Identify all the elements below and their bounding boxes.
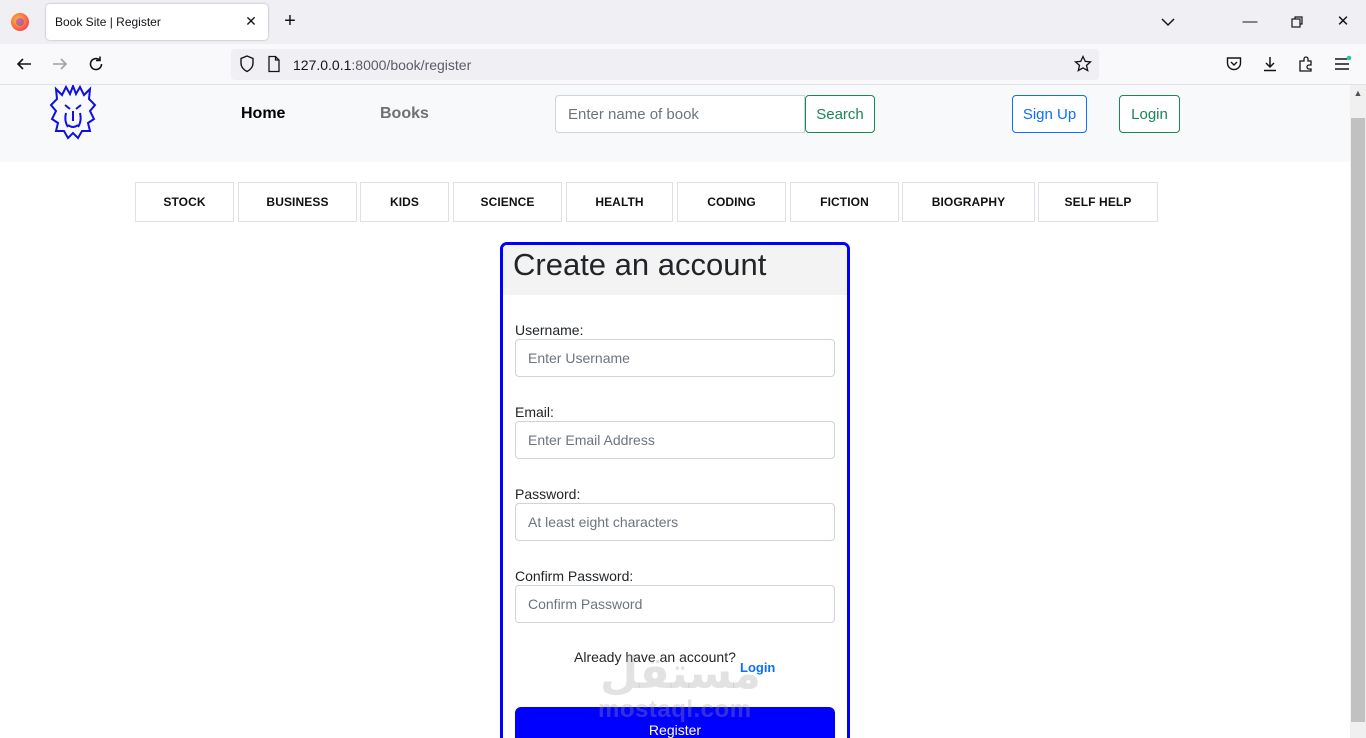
scroll-up-icon[interactable]: ▲ [1350, 85, 1366, 101]
lion-logo-icon[interactable] [48, 83, 98, 141]
extensions-icon[interactable] [1296, 54, 1316, 74]
login-link[interactable]: Login [740, 660, 775, 675]
download-icon[interactable] [1260, 54, 1280, 74]
confirm-password-field[interactable] [515, 585, 835, 623]
confirm-password-label: Confirm Password: [515, 568, 634, 584]
browser-nav-bar: 127.0.0.1:8000/book/register [0, 44, 1366, 85]
login-button[interactable]: Login [1119, 95, 1180, 133]
nav-books-link[interactable]: Books [380, 105, 429, 123]
sign-up-button[interactable]: Sign Up [1012, 95, 1087, 133]
category-kids[interactable]: KIDS [360, 182, 449, 222]
minimize-icon[interactable]: — [1240, 12, 1260, 32]
restore-icon[interactable] [1287, 12, 1307, 32]
search-input[interactable] [555, 95, 805, 133]
url-path: :8000/book/register [351, 57, 472, 73]
shield-icon[interactable] [237, 54, 257, 74]
password-field[interactable] [515, 503, 835, 541]
register-button[interactable]: Register [515, 707, 835, 738]
category-fiction[interactable]: FICTION [790, 182, 899, 222]
new-tab-icon[interactable]: + [280, 11, 300, 31]
firefox-logo-icon [11, 13, 29, 31]
category-science[interactable]: SCIENCE [453, 182, 562, 222]
search-button[interactable]: Search [805, 95, 875, 133]
email-label: Email: [515, 404, 554, 420]
forward-arrow-icon[interactable] [50, 54, 70, 74]
page-title: Create an account [513, 247, 767, 282]
nav-home-link[interactable]: Home [241, 105, 285, 123]
already-have-account-text: Already have an account? [574, 649, 736, 665]
email-field[interactable] [515, 421, 835, 459]
scrollbar-thumb[interactable] [1351, 118, 1365, 722]
category-biography[interactable]: BIOGRAPHY [902, 182, 1035, 222]
reload-icon[interactable] [86, 54, 106, 74]
category-self-help[interactable]: SELF HELP [1038, 182, 1158, 222]
register-card: Create an account Username: Email: Passw… [500, 242, 850, 738]
url-text[interactable]: 127.0.0.1:8000/book/register [293, 57, 471, 73]
username-field[interactable] [515, 339, 835, 377]
browser-tab-bar: Book Site | Register ✕ + — ✕ [0, 0, 1366, 44]
category-stock[interactable]: STOCK [135, 182, 234, 222]
username-label: Username: [515, 322, 584, 338]
card-header: Create an account [503, 245, 847, 295]
category-business[interactable]: BUSINESS [238, 182, 357, 222]
tab-close-icon[interactable]: ✕ [242, 12, 260, 30]
back-arrow-icon[interactable] [14, 54, 34, 74]
url-host: 127.0.0.1 [293, 57, 352, 73]
tab-title: Book Site | Register [55, 15, 161, 29]
page-icon[interactable] [264, 54, 284, 74]
category-health[interactable]: HEALTH [566, 182, 673, 222]
browser-tab[interactable]: Book Site | Register ✕ [46, 4, 268, 40]
password-label: Password: [515, 486, 581, 502]
pocket-icon[interactable] [1224, 54, 1244, 74]
category-coding[interactable]: CODING [677, 182, 786, 222]
site-header: Home Books Search Sign Up Login [0, 83, 1350, 162]
url-bar[interactable]: 127.0.0.1:8000/book/register [231, 49, 1099, 80]
chevron-down-icon[interactable] [1158, 12, 1178, 32]
bookmark-star-icon[interactable] [1073, 54, 1093, 74]
page-scrollbar[interactable]: ▲ [1350, 85, 1366, 738]
close-window-icon[interactable]: ✕ [1333, 12, 1353, 32]
menu-hamburger-icon[interactable] [1332, 54, 1352, 74]
